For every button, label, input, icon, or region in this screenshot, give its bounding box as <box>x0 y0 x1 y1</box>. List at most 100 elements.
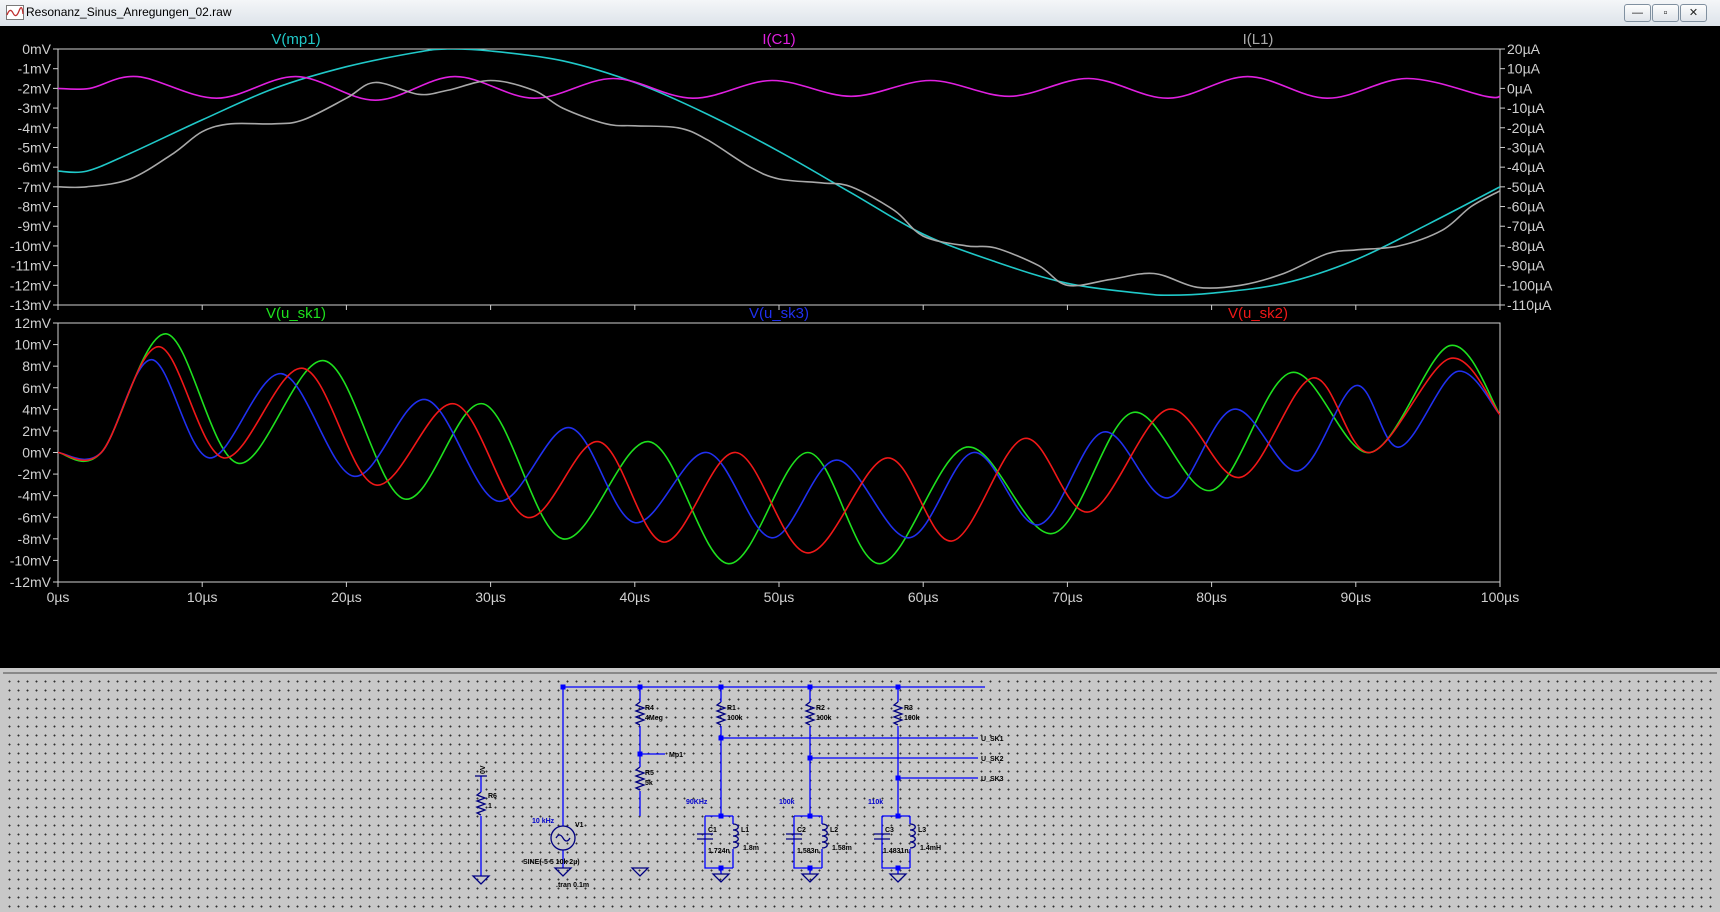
window-title: Resonanz_Sinus_Anregungen_02.raw <box>26 5 232 19</box>
components <box>471 701 916 885</box>
x-tick-label: 20µs <box>331 589 362 605</box>
value-r6: 1 <box>488 803 492 810</box>
netlabel-mp1: Mp1 <box>669 752 683 759</box>
resistor-r1 <box>715 701 727 726</box>
y-tick-label: -4mV <box>18 120 52 136</box>
y-tick-label: 4mV <box>22 401 51 417</box>
schematic-editor[interactable]: R4 4Meg R5 5k R6 1 V1 SINE(-5 5 10k 2µ) … <box>3 672 1717 912</box>
netlabel-u-sk3: U_SK3 <box>981 776 1004 783</box>
inductor-l2 <box>821 823 828 849</box>
x-tick-label: 40µs <box>619 589 650 605</box>
ground-symbols <box>471 867 908 885</box>
x-tick-label: 60µs <box>908 589 939 605</box>
label-r5: R5 <box>645 770 654 777</box>
y2-tick-label: -30µA <box>1507 139 1545 155</box>
title-bar: Resonanz_Sinus_Anregungen_02.raw — ▫ ✕ <box>0 0 1720 27</box>
schematic-labels: R4 4Meg R5 5k R6 1 V1 SINE(-5 5 10k 2µ) … <box>480 705 1004 889</box>
y2-tick-label: -100µA <box>1507 277 1553 293</box>
y-tick-label: -7mV <box>18 179 52 195</box>
plot-pane-bottom[interactable]: 12mV 10mV 8mV 6mV 4mV 2mV 0mV -2mV -4mV -6mV -8mV -… <box>10 305 1519 605</box>
label-l2: L2 <box>830 827 838 834</box>
waveform-plots[interactable]: 0mV -1mV -2mV -3mV -4mV -5mV -6mV -7mV -8mV -9mV -… <box>0 26 1720 668</box>
y-tick-label: -5mV <box>18 139 52 155</box>
y-tick-label: 6mV <box>22 380 51 396</box>
y2-tick-label: -40µA <box>1507 159 1545 175</box>
waveform-app-icon <box>6 5 24 20</box>
label-c3: C3 <box>885 827 894 834</box>
label-l1: L1 <box>741 827 749 834</box>
value-r2: 100k <box>816 715 832 722</box>
y-tick-label: 0mV <box>22 41 51 57</box>
value-c3: 1.4831n <box>883 848 909 855</box>
x-tick-label: 30µs <box>475 589 506 605</box>
inductor-l1 <box>732 823 739 849</box>
minimize-button[interactable]: — <box>1624 4 1651 22</box>
x-tick-label: 100µs <box>1481 589 1519 605</box>
trace-label[interactable]: I(C1) <box>762 31 795 48</box>
comment-90khz: 90KHz <box>686 799 708 806</box>
label-r2: R2 <box>816 705 825 712</box>
label-c2: C2 <box>797 827 806 834</box>
trace-label[interactable]: V(mp1) <box>271 31 320 48</box>
y-tick-label: -6mV <box>18 159 52 175</box>
y2-tick-label: -20µA <box>1507 120 1545 136</box>
series-line-v-u-sk3[interactable] <box>58 358 1500 539</box>
y2-tick-label: -60µA <box>1507 199 1545 215</box>
label-r4: R4 <box>645 705 654 712</box>
y-tick-label: -10mV <box>10 238 52 254</box>
y2-tick-label: -110µA <box>1507 297 1552 313</box>
y-tick-label: -4mV <box>18 488 52 504</box>
plot-pane-top[interactable]: 0mV -1mV -2mV -3mV -4mV -5mV -6mV -7mV -8mV -9mV -… <box>10 31 1553 313</box>
tran-directive: .tran 0.1m <box>556 882 589 889</box>
value-l3: 1.4mH <box>920 845 941 852</box>
trace-label[interactable]: V(u_sk1) <box>266 305 326 322</box>
y2-tick-label: -50µA <box>1507 179 1545 195</box>
y-tick-label: -6mV <box>18 509 52 525</box>
waveform-viewer[interactable]: 0mV -1mV -2mV -3mV -4mV -5mV -6mV -7mV -8mV -9mV -… <box>0 26 1720 668</box>
label-l3: L3 <box>918 827 926 834</box>
y-tick-label: -3mV <box>18 100 52 116</box>
close-button[interactable]: ✕ <box>1680 4 1707 22</box>
trace-label[interactable]: I(L1) <box>1243 31 1274 48</box>
y2-tick-label: 10µA <box>1507 61 1541 77</box>
x-tick-label: 80µs <box>1196 589 1227 605</box>
sine-symbol-icon <box>555 834 571 842</box>
x-tick-label: 10µs <box>187 589 218 605</box>
value-r3: 100k <box>904 715 920 722</box>
comment-100k: 100k <box>779 799 795 806</box>
value-c1: 1.724n <box>708 848 730 855</box>
y-tick-label: 12mV <box>14 315 51 331</box>
y-tick-label: -12mV <box>10 574 52 590</box>
inductor-l3 <box>909 823 916 849</box>
plot-frame <box>57 48 1501 306</box>
value-l1: 1.8m <box>743 845 759 852</box>
y2-tick-label: -10µA <box>1507 100 1545 116</box>
trace-label[interactable]: V(u_sk2) <box>1228 305 1288 322</box>
y-tick-label: 10mV <box>14 337 51 353</box>
comment-10khz: 10 kHz <box>532 818 555 825</box>
label-r6: R6 <box>488 793 497 800</box>
label-r3: R3 <box>904 705 913 712</box>
y-tick-label: 2mV <box>22 423 51 439</box>
y-tick-label: -11mV <box>11 258 52 274</box>
value-r5: 5k <box>645 780 653 787</box>
series-line-v-u-sk1[interactable] <box>58 332 1500 565</box>
y-tick-label: -2mV <box>18 466 52 482</box>
value-r1: 100k <box>727 715 743 722</box>
resistor-r2 <box>804 701 816 726</box>
series-line-i-l1[interactable] <box>58 79 1500 289</box>
y2-tick-label: 0µA <box>1507 80 1533 96</box>
y-tick-label: -9mV <box>18 218 52 234</box>
netlabel-u-sk1: U_SK1 <box>981 736 1004 743</box>
maximize-button[interactable]: ▫ <box>1652 4 1679 22</box>
y-tick-label: -2mV <box>18 80 52 96</box>
comment-110k: 110k <box>868 799 883 806</box>
trace-label[interactable]: V(u_sk3) <box>749 305 809 322</box>
schematic-drawing[interactable]: R4 4Meg R5 5k R6 1 V1 SINE(-5 5 10k 2µ) … <box>3 674 1717 912</box>
value-l2: 1.58m <box>832 845 852 852</box>
y2-tick-label: 20µA <box>1507 41 1541 57</box>
junction-dots <box>560 684 901 871</box>
y2-tick-label: -80µA <box>1507 238 1545 254</box>
x-tick-label: 90µs <box>1340 589 1371 605</box>
y-tick-label: -8mV <box>18 531 52 547</box>
